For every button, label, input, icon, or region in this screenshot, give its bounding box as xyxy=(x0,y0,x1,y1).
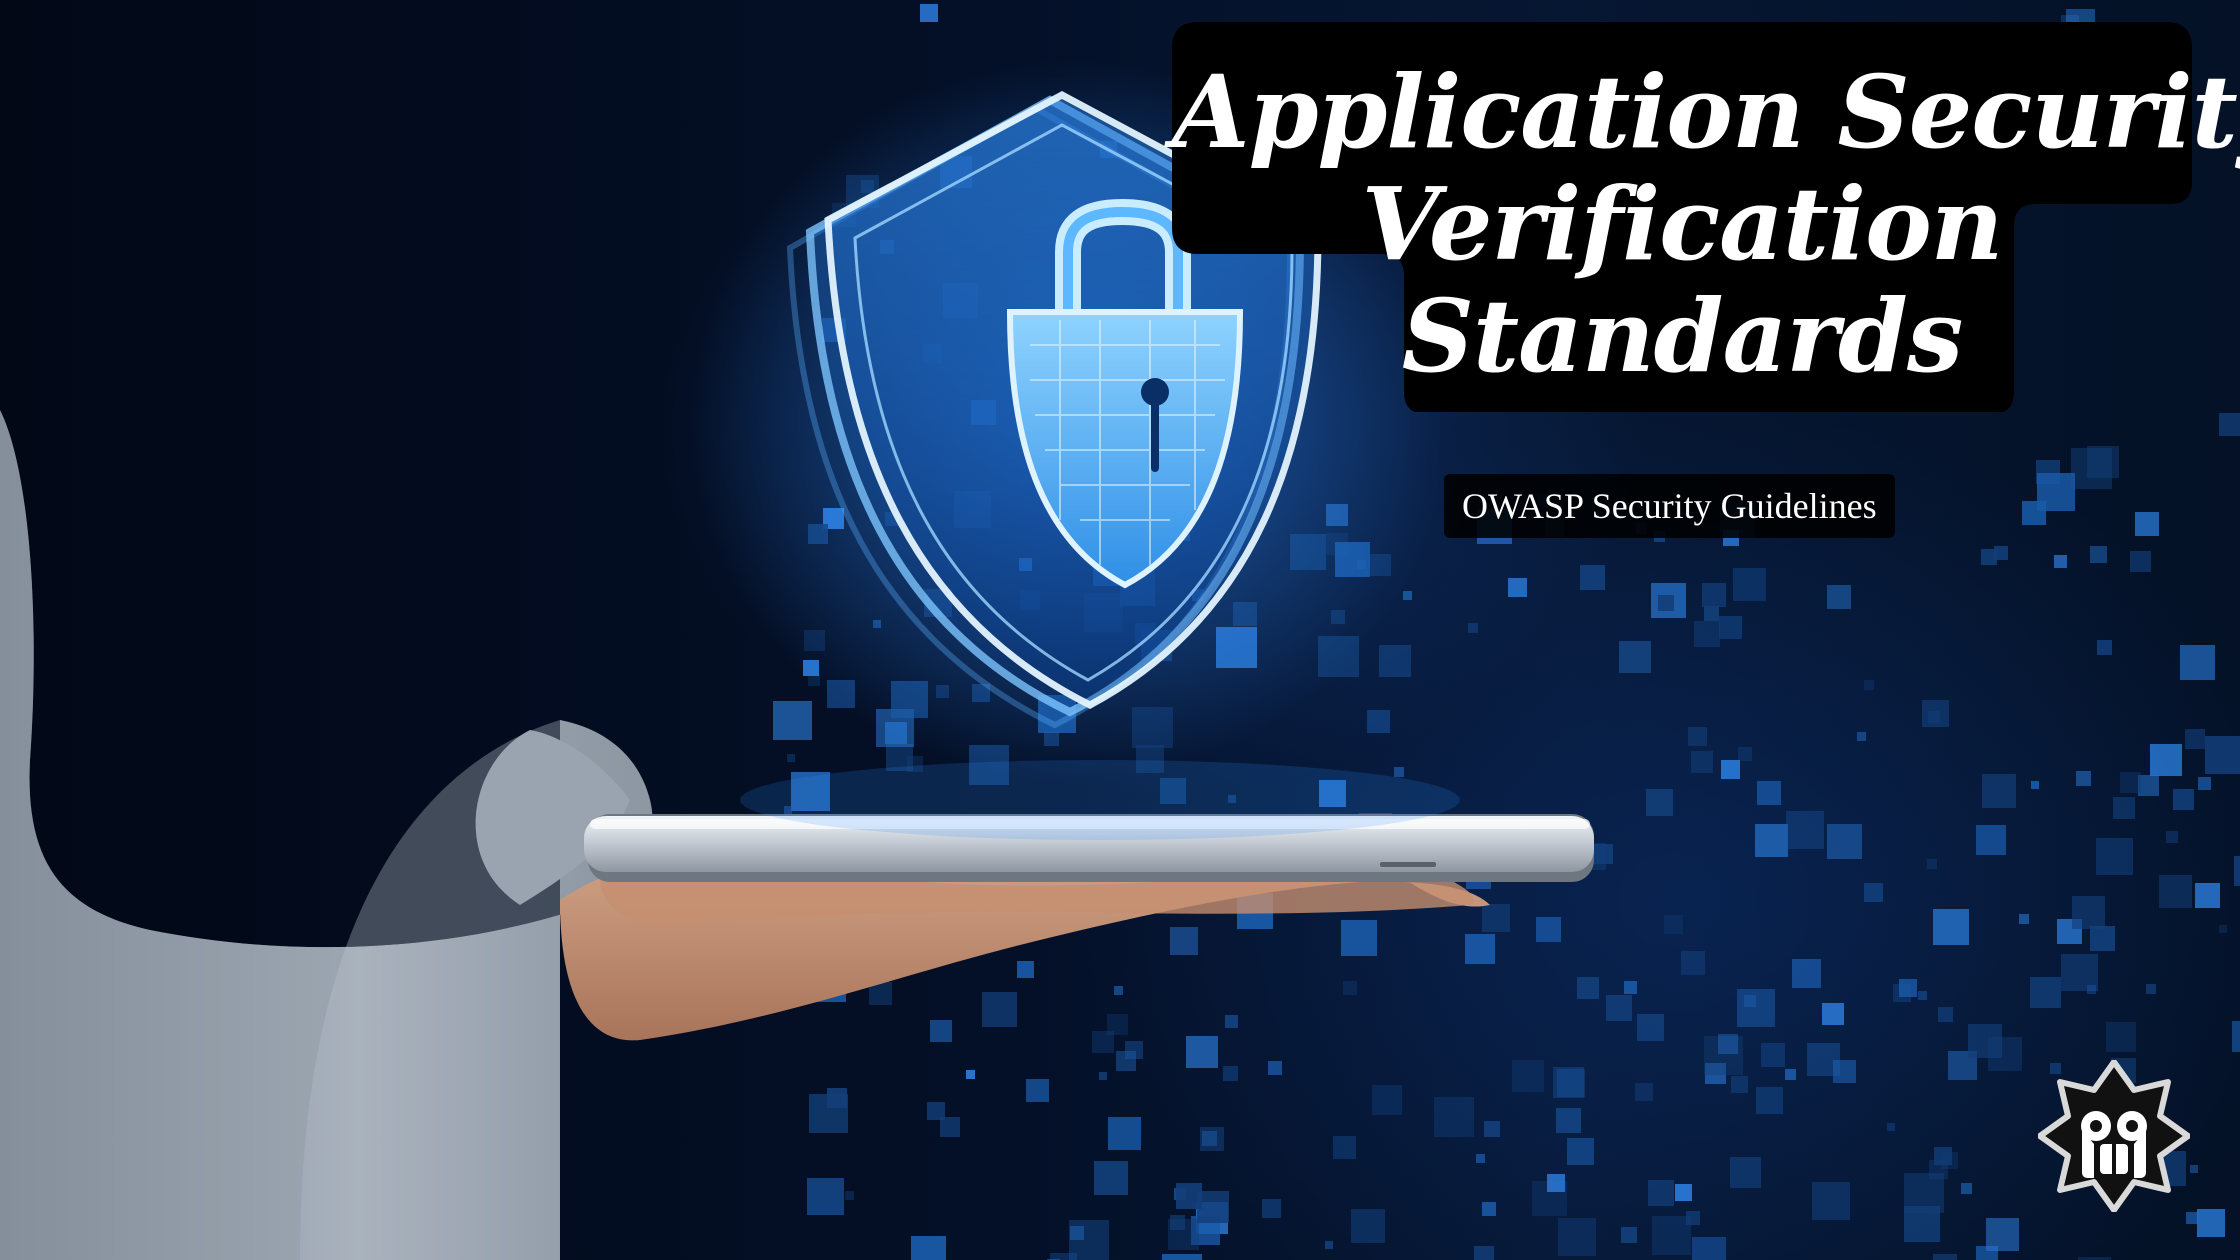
page-title: Application Security Verification Standa… xyxy=(1172,53,2240,395)
title-line-2: Verification xyxy=(1361,165,2004,283)
title-line-3: Standards xyxy=(1401,277,1964,395)
subtitle-badge: OWASP Security Guidelines xyxy=(1444,474,1895,538)
skull-emblem-icon xyxy=(2038,1060,2190,1212)
title-block: Application Security Verification Standa… xyxy=(1172,22,2240,412)
banner: Application Security Verification Standa… xyxy=(0,0,2240,1260)
title-line-1: Application Security xyxy=(1172,53,2240,171)
